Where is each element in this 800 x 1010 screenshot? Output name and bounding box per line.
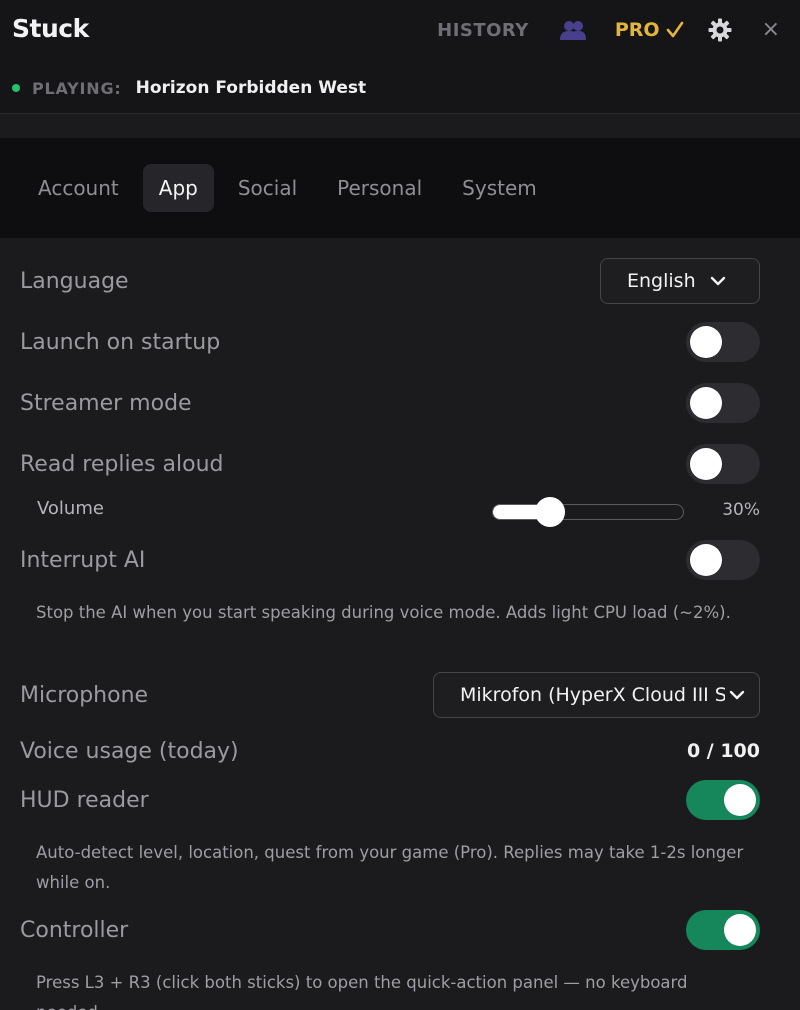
tab-social[interactable]: Social (222, 164, 313, 212)
language-label: Language (20, 268, 129, 294)
controller-toggle[interactable] (686, 910, 760, 950)
microphone-value: Mikrofon (HyperX Cloud III S (460, 684, 725, 706)
launch-on-startup-label: Launch on startup (20, 329, 221, 355)
voice-usage-label: Voice usage (today) (20, 738, 239, 764)
toggle-knob (690, 387, 722, 419)
volume-row: Volume 30% (0, 492, 800, 532)
gear-icon[interactable] (708, 18, 732, 42)
controller-label: Controller (20, 917, 129, 943)
status-dot (12, 84, 20, 92)
toggle-knob (690, 544, 722, 576)
hud-reader-label: HUD reader (20, 787, 149, 813)
history-button[interactable]: HISTORY (437, 20, 529, 41)
toggle-knob (690, 448, 722, 480)
interrupt-ai-label: Interrupt AI (20, 547, 146, 573)
app-title: Stuck (12, 14, 89, 43)
language-value: English (627, 270, 696, 292)
hud-reader-toggle[interactable] (686, 780, 760, 820)
tab-app[interactable]: App (142, 164, 214, 212)
language-row: Language English (20, 258, 760, 304)
header: Stuck HISTORY PRO × PLAYING: Horizon For… (0, 0, 800, 114)
streamer-mode-label: Streamer mode (20, 390, 192, 416)
pro-badge[interactable]: PRO (615, 19, 684, 41)
interrupt-ai-toggle[interactable] (686, 540, 760, 580)
check-icon (666, 21, 684, 39)
tab-account[interactable]: Account (22, 164, 135, 212)
toggle-knob (690, 326, 722, 358)
volume-label: Volume (37, 498, 104, 519)
settings-window: Stuck HISTORY PRO × PLAYING: Horizon For… (0, 0, 800, 1010)
settings-tabs: Account App Social Personal System (0, 138, 800, 238)
read-replies-aloud-toggle[interactable] (686, 444, 760, 484)
friends-icon[interactable] (559, 19, 587, 41)
microphone-select[interactable]: Mikrofon (HyperX Cloud III S (433, 672, 760, 718)
close-icon[interactable]: × (762, 19, 780, 41)
volume-slider[interactable] (492, 492, 684, 532)
volume-value: 30% (722, 500, 760, 520)
microphone-label: Microphone (20, 682, 149, 708)
chevron-down-icon (729, 689, 745, 701)
voice-usage-row: Voice usage (today) 0 / 100 (20, 734, 760, 768)
controller-row: Controller (20, 910, 760, 950)
microphone-row: Microphone Mikrofon (HyperX Cloud III S (20, 672, 760, 718)
streamer-mode-toggle[interactable] (686, 383, 760, 423)
streamer-mode-row: Streamer mode (20, 383, 760, 423)
playing-game: Horizon Forbidden West (135, 78, 367, 98)
read-replies-aloud-label: Read replies aloud (20, 451, 224, 477)
now-playing: PLAYING: Horizon Forbidden West (12, 78, 366, 98)
top-actions: HISTORY PRO × (437, 14, 780, 46)
pro-label: PRO (614, 19, 660, 41)
tab-personal[interactable]: Personal (321, 164, 438, 212)
toggle-knob (724, 784, 756, 816)
hud-reader-description: Auto-detect level, location, quest from … (36, 843, 744, 892)
launch-on-startup-toggle[interactable] (686, 322, 760, 362)
launch-on-startup-row: Launch on startup (20, 322, 760, 362)
hud-reader-row: HUD reader (20, 780, 760, 820)
tab-system[interactable]: System (446, 164, 553, 212)
chevron-down-icon (710, 275, 726, 287)
toggle-knob (724, 914, 756, 946)
controller-description: Press L3 + R3 (click both sticks) to ope… (36, 973, 688, 1010)
voice-usage-value: 0 / 100 (686, 740, 760, 762)
interrupt-ai-row: Interrupt AI (20, 540, 760, 580)
playing-label: PLAYING: (32, 78, 122, 98)
language-select[interactable]: English (600, 258, 760, 304)
interrupt-ai-description: Stop the AI when you start speaking duri… (36, 603, 731, 622)
volume-slider-track (492, 497, 684, 527)
volume-slider-thumb[interactable] (535, 497, 565, 527)
read-replies-aloud-row: Read replies aloud (20, 444, 760, 484)
